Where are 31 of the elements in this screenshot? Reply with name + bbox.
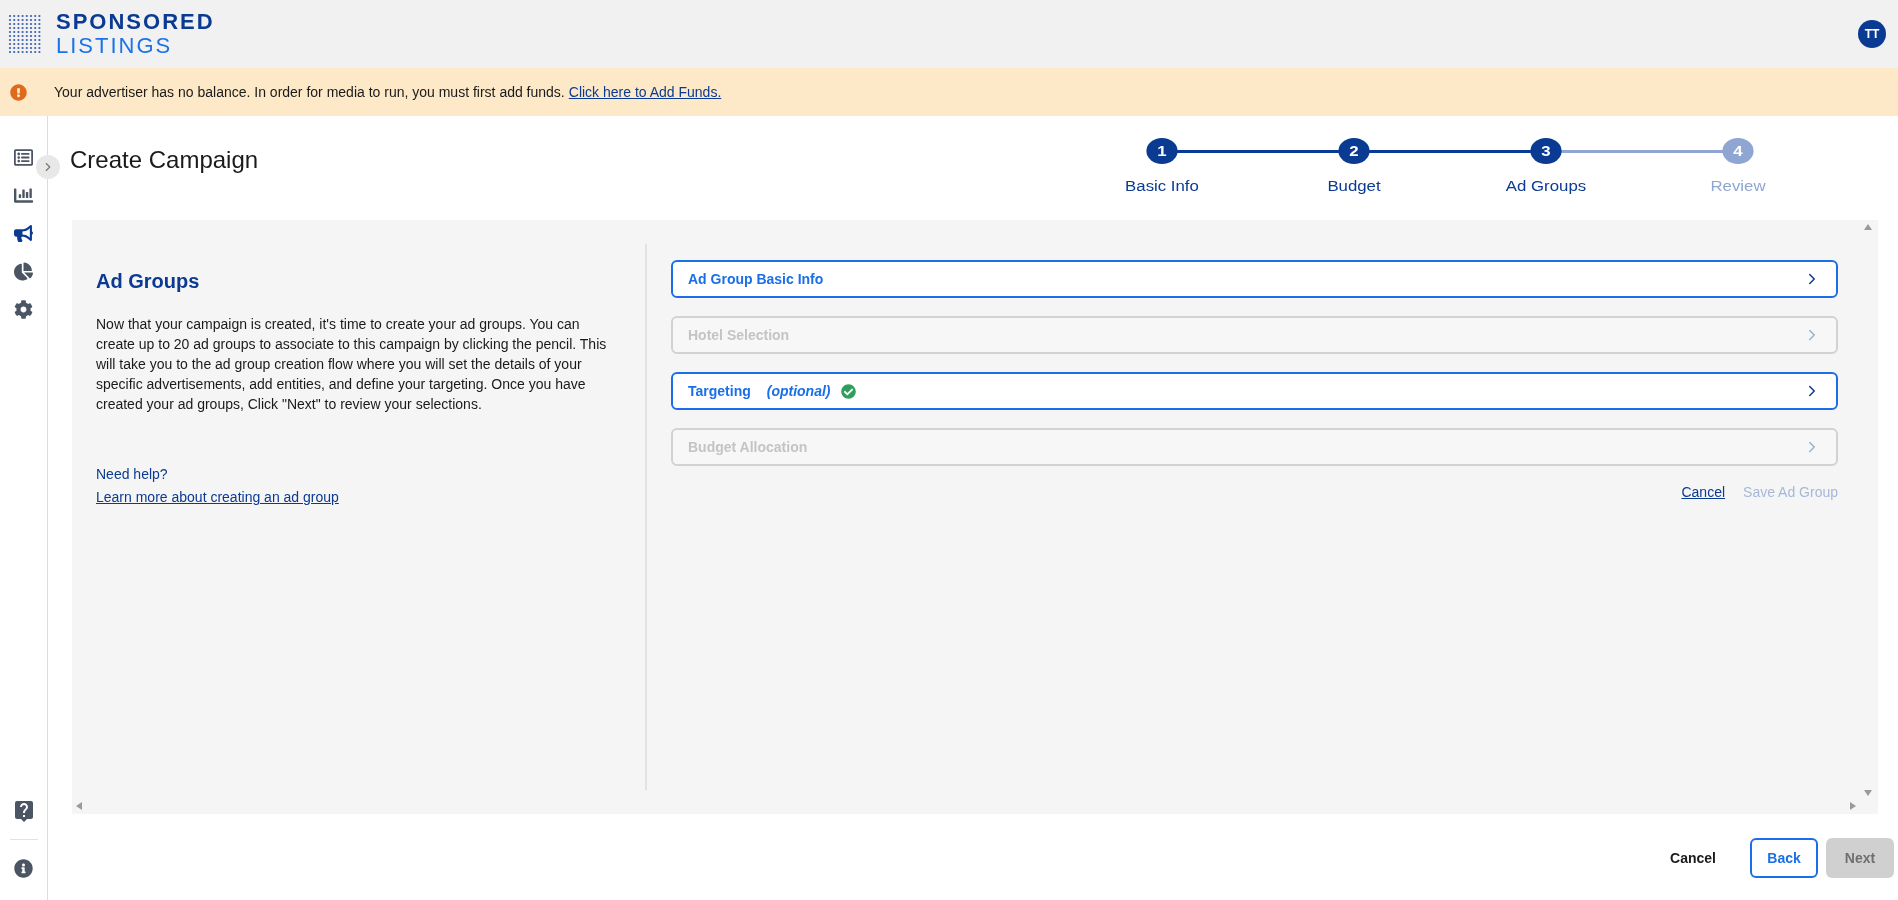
- section-heading: Ad Groups: [96, 269, 201, 294]
- step-label: Review: [1710, 177, 1766, 196]
- intro-paragraph: Now that your campaign is created, it's time to create your ad groups. You can create up to 20 ad groups to associate to this campaign by clicking the pencil. This will take you to the ad group creation flow where you will set the details of your specific advertisements, add entities, and define your targeting. Once you have created your ad groups, Click "Next" to review your selections.: [96, 315, 608, 414]
- back-button[interactable]: Back: [1750, 838, 1818, 878]
- accordion-section[interactable]: Targeting (optional): [671, 372, 1838, 410]
- scroll-up-icon: [1864, 224, 1872, 230]
- alert-message: Your advertiser has no balance. In order for media to run, you must first add funds.: [54, 82, 565, 102]
- cancel-button[interactable]: Cancel: [1656, 838, 1730, 878]
- logo-wordmark: LISTINGS: [56, 35, 174, 57]
- step-number: 1: [1146, 138, 1178, 164]
- add-funds-link[interactable]: Click here to Add Funds.: [568, 81, 722, 103]
- step-label: Ad Groups: [1505, 177, 1587, 196]
- accordion-section[interactable]: Ad Group Basic Info: [671, 260, 1838, 298]
- help-label: Need help?: [96, 465, 169, 484]
- scroll-left-icon: [76, 802, 82, 810]
- check-icon: [840, 383, 856, 399]
- step-label: Budget: [1327, 177, 1381, 196]
- page-title: Create Campaign: [70, 145, 259, 175]
- user-avatar[interactable]: TT: [1858, 20, 1886, 48]
- step-label: Basic Info: [1125, 177, 1199, 196]
- warning-icon: [10, 83, 27, 101]
- info-icon[interactable]: [11, 856, 36, 880]
- step-number: 4: [1722, 138, 1754, 164]
- logo-wordmark: SPONSORED: [56, 11, 215, 33]
- step-number: 3: [1530, 138, 1562, 164]
- help-link[interactable]: Learn more about creating an ad group: [96, 489, 339, 505]
- dot-grid-logo-icon: [8, 14, 42, 54]
- scroll-right-icon: [1850, 802, 1856, 810]
- step-number: 2: [1338, 138, 1370, 164]
- scroll-down-icon: [1864, 790, 1872, 796]
- cancel-link[interactable]: Cancel: [1681, 482, 1726, 503]
